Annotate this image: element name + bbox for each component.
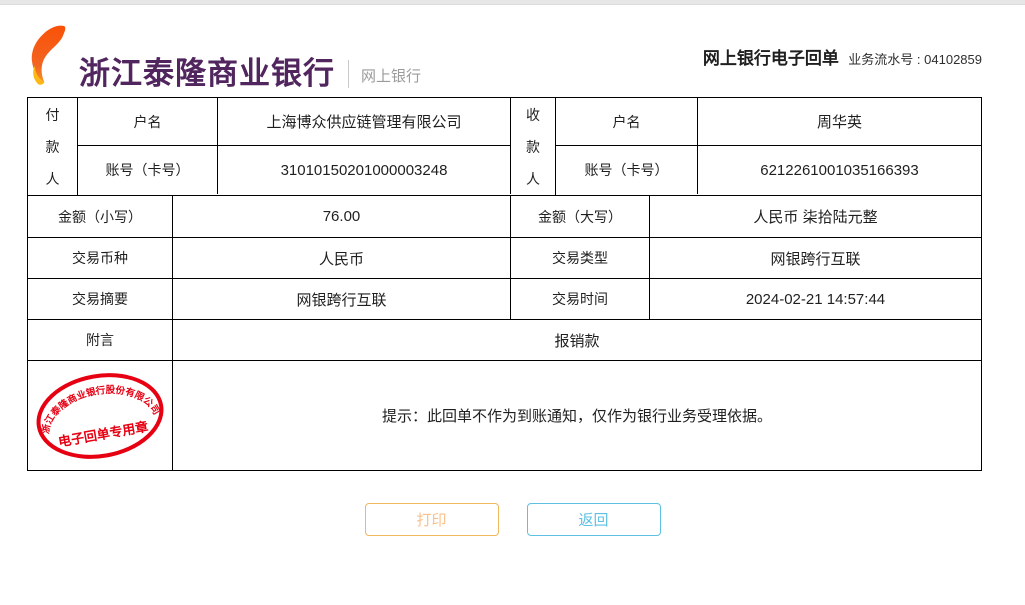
notice-text: 提示：此回单不作为到账通知，仅作为银行业务受理依据。 xyxy=(381,408,772,425)
txn-summary-value: 网银跨行互联 xyxy=(173,279,511,319)
print-button[interactable]: 打印 xyxy=(364,503,499,536)
receipt-header-right: 网上银行电子回单 业务流水号 : 04102859 xyxy=(703,44,982,69)
payer-side-cell: 付款人 xyxy=(28,98,78,195)
payee-account-label: 账号（卡号） xyxy=(556,146,698,194)
receipt-title: 网上银行电子回单 xyxy=(702,49,839,68)
currency-label: 交易币种 xyxy=(28,238,173,278)
remark-label: 附言 xyxy=(28,320,173,360)
payer-name-value: 上海博众供应链管理有限公司 xyxy=(218,98,511,145)
back-button[interactable]: 返回 xyxy=(526,503,661,536)
payee-name-label: 户名 xyxy=(556,98,698,145)
payee-side-label: 收款人 xyxy=(526,106,540,187)
top-divider-bar xyxy=(0,0,1025,5)
payer-account-label: 账号（卡号） xyxy=(78,146,218,194)
bank-stamp: 浙江泰隆商业银行股份有限公司 电子回单专用章 xyxy=(33,372,164,459)
amount-lower-label: 金额（小写） xyxy=(28,196,173,237)
serial-label: 业务流水号 : xyxy=(848,52,921,67)
txn-time-label: 交易时间 xyxy=(511,279,650,319)
txn-summary-label: 交易摘要 xyxy=(28,279,173,319)
bank-name: 浙江泰隆商业银行 xyxy=(79,56,335,91)
table-row-currency: 交易币种 人民币 交易类型 网银跨行互联 xyxy=(28,238,981,279)
parties-row: 付款人 户名 上海博众供应链管理有限公司 账号（卡号） 310101502010… xyxy=(28,98,981,196)
remark-value: 报销款 xyxy=(554,332,600,350)
serial-value: 04102859 xyxy=(924,52,982,67)
receipt-table: 付款人 户名 上海博众供应链管理有限公司 账号（卡号） 310101502010… xyxy=(27,97,982,471)
logo-divider xyxy=(348,60,349,88)
table-row-remark: 附言 报销款 xyxy=(28,320,981,361)
bank-logo-fish-icon xyxy=(30,24,76,91)
payee-side-cell: 收款人 xyxy=(511,98,556,195)
payee-account-value: 6212261001035166393 xyxy=(760,161,919,179)
serial-number: 业务流水号 : 04102859 xyxy=(848,52,982,67)
payee-name-value: 周华英 xyxy=(816,114,862,131)
online-banking-label: 网上银行 xyxy=(361,68,422,85)
txn-type-value: 网银跨行互联 xyxy=(770,250,861,268)
payer-side-label: 付款人 xyxy=(45,106,60,187)
payer-account-value: 31010150201000003248 xyxy=(218,146,511,194)
bank-header: 浙江泰隆商业银行 网上银行 xyxy=(30,24,421,91)
stamp-cell: 浙江泰隆商业银行股份有限公司 电子回单专用章 xyxy=(28,361,173,470)
table-row-stamp: 浙江泰隆商业银行股份有限公司 电子回单专用章 提示：此回单不作为到账通知，仅作为… xyxy=(28,361,981,470)
txn-time-value: 2024-02-21 14:57:44 xyxy=(745,290,886,308)
table-row-amount: 金额（小写） 76.00 金额（大写） 人民币 柒拾陆元整 xyxy=(28,196,981,238)
action-button-bar: 打印 返回 xyxy=(0,503,1025,536)
table-row-summary: 交易摘要 网银跨行互联 交易时间 2024-02-21 14:57:44 xyxy=(28,279,981,320)
payer-name-label: 户名 xyxy=(78,98,218,145)
amount-upper-label: 金额（大写） xyxy=(511,196,650,237)
amount-upper-value: 人民币 柒拾陆元整 xyxy=(753,209,878,226)
amount-lower-value: 76.00 xyxy=(173,196,511,237)
txn-type-label: 交易类型 xyxy=(511,238,650,278)
currency-value: 人民币 xyxy=(173,238,511,278)
